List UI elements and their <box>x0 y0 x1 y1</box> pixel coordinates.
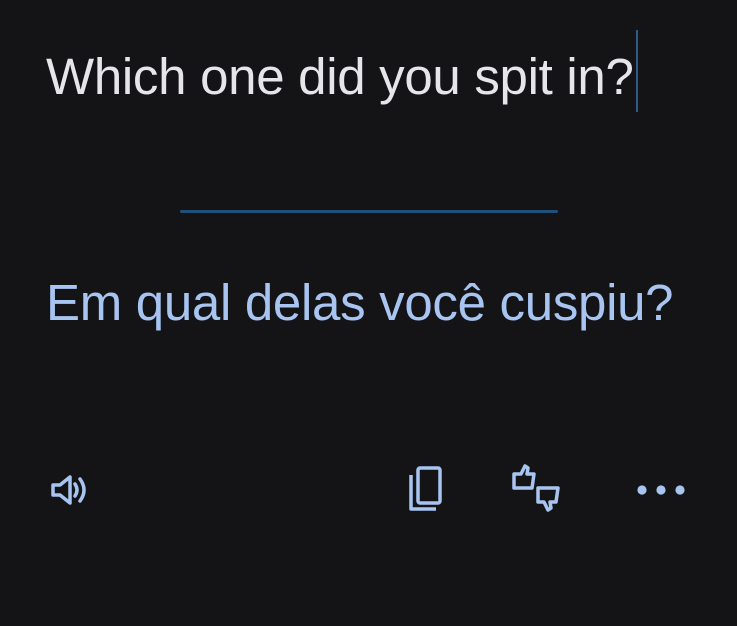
copy-button[interactable] <box>398 458 450 518</box>
feedback-button[interactable] <box>502 458 570 518</box>
more-horizontal-icon <box>630 483 690 497</box>
translation-text: Em qual delas você cuspiu? <box>46 274 674 331</box>
speaker-icon <box>47 472 91 508</box>
divider <box>180 210 558 213</box>
more-options-button[interactable] <box>628 470 692 510</box>
listen-button[interactable] <box>42 466 96 514</box>
thumbs-feedback-icon <box>506 462 566 514</box>
source-text: Which one did you spit in? <box>46 48 634 105</box>
text-cursor <box>635 30 638 112</box>
copy-icon <box>404 463 444 513</box>
source-text-field[interactable]: Which one did you spit in? <box>46 30 706 117</box>
